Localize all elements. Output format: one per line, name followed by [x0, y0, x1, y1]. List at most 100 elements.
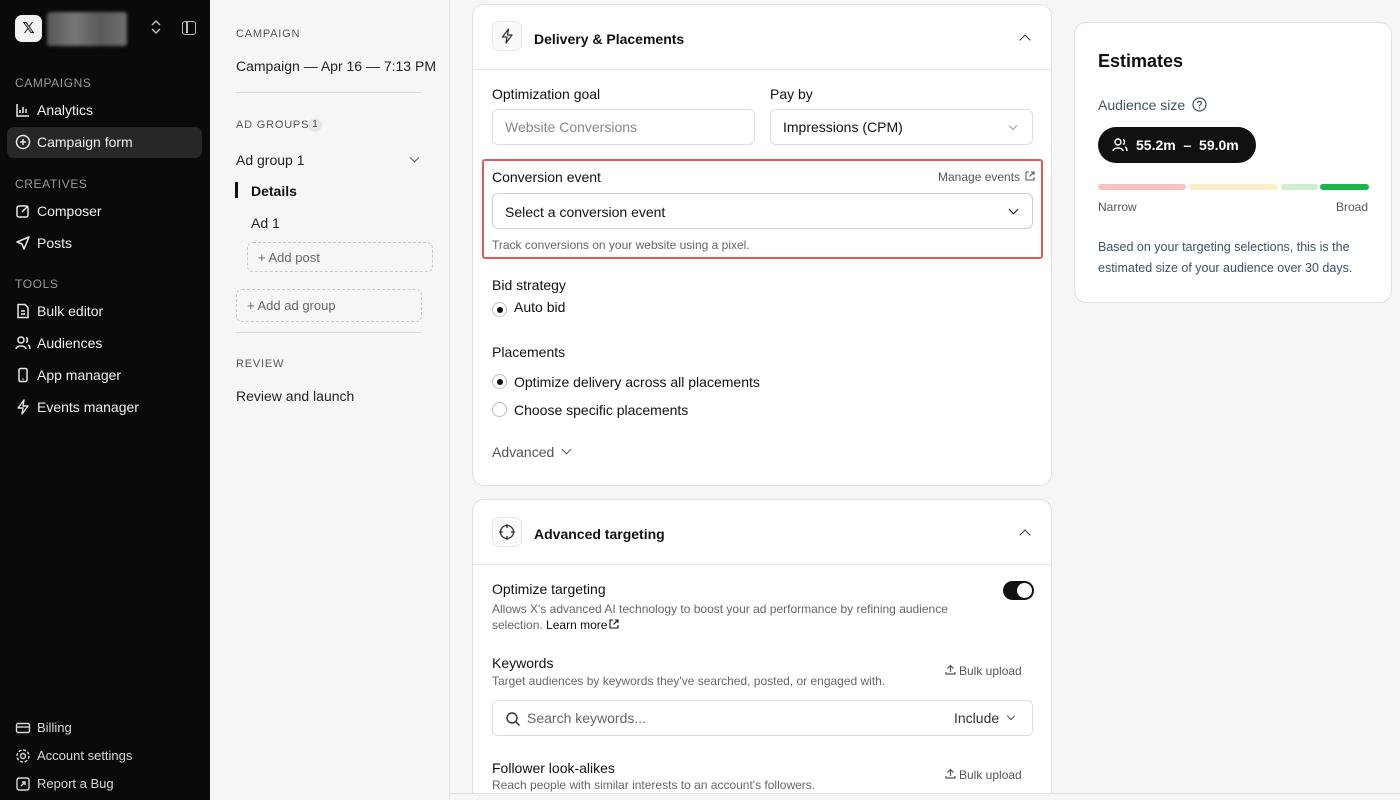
- sidebar-item-label: Posts: [37, 235, 73, 251]
- meter-segment-light: [1281, 184, 1318, 190]
- help-circle-icon[interactable]: [1192, 97, 1207, 115]
- optimization-goal-value: Website Conversions: [505, 119, 638, 135]
- include-dropdown[interactable]: Include: [954, 710, 999, 726]
- auto-bid-radio[interactable]: [492, 302, 507, 317]
- plus-icon: +: [258, 250, 266, 265]
- chevron-updown-icon[interactable]: [150, 18, 162, 39]
- estimates-panel: Estimates Audience size 55.2m – 59.0m Na…: [1074, 22, 1392, 303]
- sidebar-item-analytics[interactable]: Analytics: [7, 95, 202, 126]
- account-switcher[interactable]: 𝕏: [15, 12, 200, 46]
- step-ad-1[interactable]: Ad 1: [251, 215, 280, 231]
- sidebar-item-label: Audiences: [37, 335, 103, 351]
- plus-circle-icon: [15, 134, 31, 150]
- ad-group-link[interactable]: Ad group 1: [236, 152, 305, 168]
- sidebar-item-label: Billing: [37, 720, 72, 735]
- external-link-icon: [609, 619, 619, 629]
- sidebar-item-posts[interactable]: Posts: [7, 228, 202, 259]
- ad-groups-count-badge: 1: [308, 118, 322, 132]
- bid-strategy-label: Bid strategy: [492, 277, 566, 293]
- add-ad-group-button[interactable]: + Add ad group: [236, 289, 422, 322]
- sidebar-item-label: Events manager: [37, 399, 139, 415]
- bulk-upload-keywords-button[interactable]: Bulk upload: [945, 664, 1022, 678]
- section-creatives: CREATIVES: [15, 177, 88, 191]
- sidebar-item-label: Account settings: [37, 748, 133, 763]
- divider: [236, 92, 422, 93]
- divider: [473, 564, 1051, 565]
- advanced-label: Advanced: [492, 444, 555, 460]
- placement-all-radio[interactable]: [492, 374, 507, 389]
- optimization-goal-field[interactable]: Website Conversions: [492, 109, 755, 145]
- bolt-icon: [492, 21, 522, 51]
- advanced-toggle[interactable]: Advanced: [492, 444, 554, 460]
- conversion-event-highlight: [482, 159, 1043, 259]
- keywords-label: Keywords: [492, 655, 554, 671]
- card-title: Delivery & Placements: [534, 31, 685, 47]
- sidebar-item-report-bug[interactable]: Report a Bug: [7, 769, 202, 800]
- x-logo-icon: 𝕏: [15, 15, 42, 42]
- step-details[interactable]: Details: [251, 183, 297, 199]
- campaign-name-link[interactable]: Campaign — Apr 16 — 7:13 PM: [236, 58, 436, 74]
- section-tools: TOOLS: [15, 277, 59, 291]
- chevron-down-icon: [1008, 121, 1018, 131]
- estimates-title: Estimates: [1098, 51, 1184, 71]
- sidebar-toggle-icon[interactable]: [182, 21, 196, 35]
- sidebar-item-billing[interactable]: Billing: [7, 713, 202, 744]
- card-title: Advanced targeting: [534, 526, 665, 542]
- chevron-down-icon: [1006, 711, 1016, 721]
- review-launch-link[interactable]: Review and launch: [236, 388, 354, 404]
- phone-icon: [15, 367, 31, 383]
- placement-all-label: Optimize delivery across all placements: [514, 374, 760, 390]
- chevron-up-icon[interactable]: [1019, 529, 1031, 541]
- placements-label: Placements: [492, 344, 566, 360]
- advanced-targeting-card: Advanced targeting Optimize targeting Al…: [472, 499, 1052, 800]
- bottom-action-bar: [450, 793, 1400, 800]
- section-campaigns: CAMPAIGNS: [15, 76, 92, 90]
- sidebar-item-app-manager[interactable]: App manager: [7, 360, 202, 391]
- meter-narrow-label: Narrow: [1098, 200, 1137, 214]
- sidebar-item-account-settings[interactable]: Account settings: [7, 741, 202, 772]
- pay-by-label: Pay by: [770, 86, 813, 102]
- chevron-down-icon[interactable]: [409, 152, 420, 163]
- sidebar-item-label: Analytics: [37, 102, 94, 118]
- learn-more-label: Learn more: [546, 618, 608, 632]
- meter-segment-mid: [1189, 184, 1278, 190]
- chevron-up-icon[interactable]: [1019, 34, 1031, 46]
- sidebar-item-bulk-editor[interactable]: Bulk editor: [7, 296, 202, 327]
- add-post-label: Add post: [268, 250, 320, 265]
- gear-icon: [15, 748, 31, 764]
- send-icon: [15, 235, 31, 251]
- learn-more-link[interactable]: Learn more: [546, 618, 619, 632]
- bulk-upload-label: Bulk upload: [959, 768, 1022, 782]
- meter-segment-broad: [1320, 184, 1369, 190]
- sidebar-item-label: Campaign form: [37, 134, 133, 150]
- bulk-upload-label: Bulk upload: [959, 664, 1022, 678]
- pay-by-select[interactable]: Impressions (CPM): [770, 109, 1033, 145]
- include-label: Include: [954, 710, 1000, 726]
- sidebar-item-label: Composer: [37, 203, 102, 219]
- bulk-upload-lookalikes-button[interactable]: Bulk upload: [945, 768, 1022, 782]
- upload-icon: [945, 768, 956, 779]
- chevron-down-icon: [561, 444, 572, 455]
- add-post-button[interactable]: + Add post: [247, 242, 433, 272]
- account-name-redacted: [47, 12, 127, 46]
- sidebar-item-composer[interactable]: Composer: [7, 196, 202, 227]
- keywords-help: Target audiences by keywords they've sea…: [492, 674, 886, 688]
- sidebar-item-campaign-form[interactable]: Campaign form: [7, 127, 202, 158]
- sidebar-item-events-manager[interactable]: Events manager: [7, 392, 202, 423]
- placement-specific-radio[interactable]: [492, 402, 507, 417]
- file-icon: [15, 303, 31, 319]
- crosshair-icon: [492, 517, 522, 547]
- keywords-search-field[interactable]: Search keywords... Include: [492, 700, 1033, 736]
- campaign-section-label: CAMPAIGN: [236, 28, 301, 40]
- placement-specific-label: Choose specific placements: [514, 402, 689, 418]
- users-icon: [15, 335, 31, 351]
- plus-icon: +: [247, 298, 255, 313]
- card-icon: [15, 720, 31, 736]
- ad-groups-section-label: AD GROUPS: [236, 119, 310, 131]
- bug-icon: [15, 776, 31, 792]
- optimize-targeting-toggle[interactable]: [1003, 581, 1034, 600]
- meter-broad-label: Broad: [1336, 200, 1369, 214]
- add-ad-group-label: Add ad group: [257, 298, 336, 313]
- sidebar-item-audiences[interactable]: Audiences: [7, 328, 202, 359]
- sidebar-item-label: Report a Bug: [37, 776, 114, 791]
